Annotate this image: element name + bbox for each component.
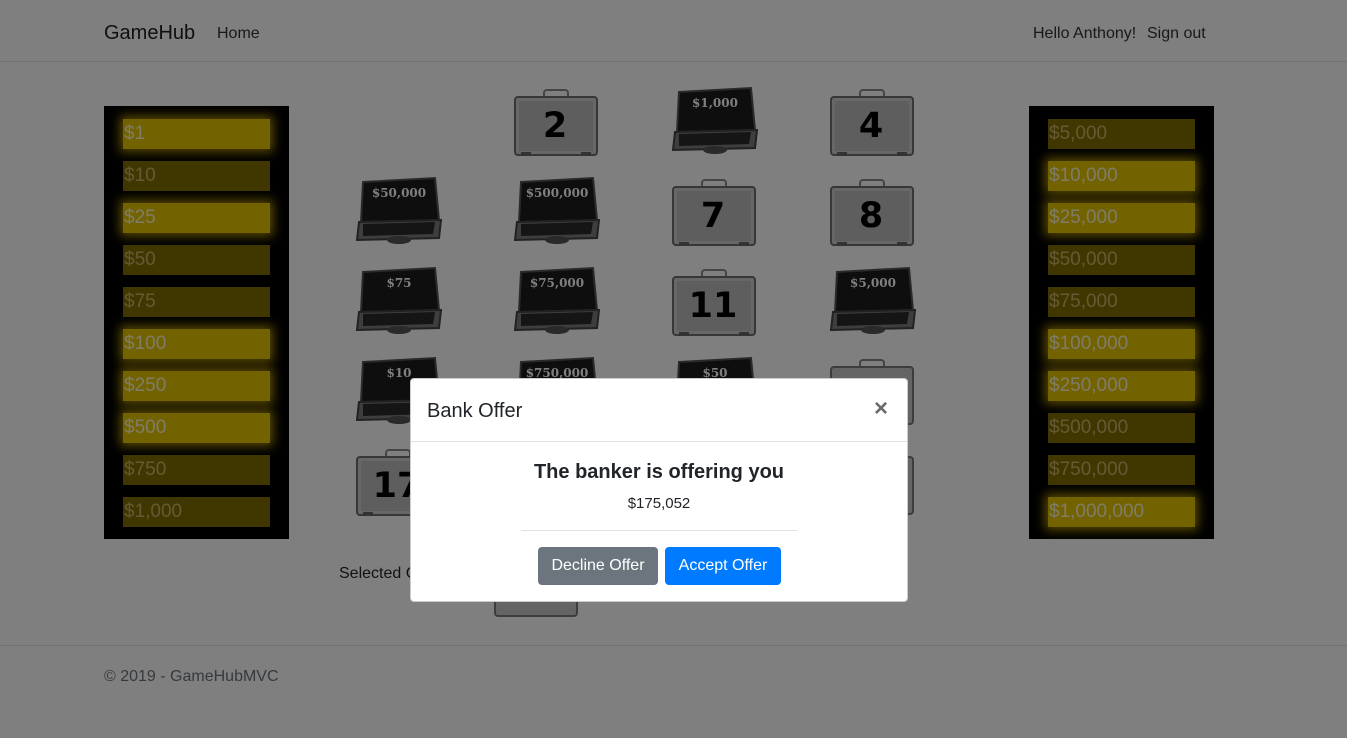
modal-header: Bank Offer ×: [411, 379, 907, 442]
accept-offer-button[interactable]: Accept Offer: [665, 547, 781, 585]
modal-backdrop[interactable]: [0, 0, 1347, 738]
offer-heading: The banker is offering you: [533, 461, 785, 483]
bank-offer-modal: Bank Offer × The banker is offering you …: [410, 378, 908, 602]
close-icon[interactable]: ×: [874, 395, 888, 423]
offer-amount: $175,052: [627, 495, 691, 512]
decline-offer-button[interactable]: Decline Offer: [538, 547, 658, 585]
modal-divider: [521, 530, 797, 531]
modal-title: Bank Offer: [427, 400, 523, 422]
